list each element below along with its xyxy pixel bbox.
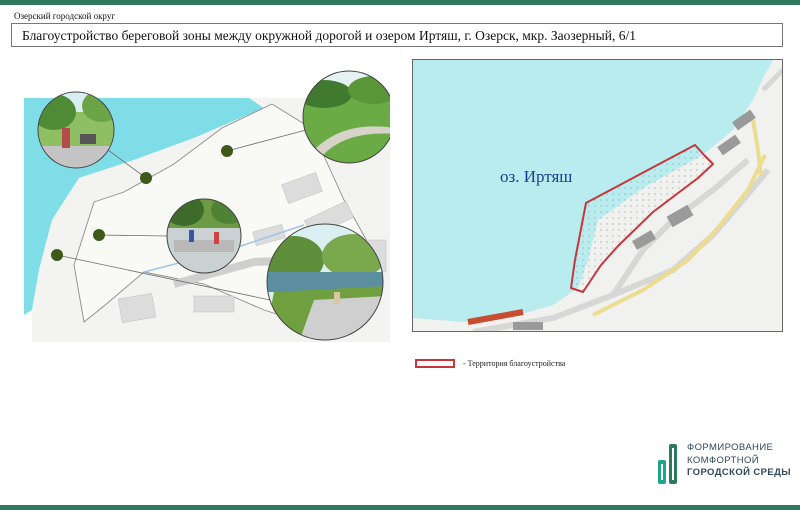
legend-swatch	[415, 359, 455, 368]
marker-3	[93, 229, 105, 241]
brand-line-1: ФОРМИРОВАНИЕ	[687, 442, 774, 453]
top-border	[0, 0, 800, 5]
title-box: Благоустройство береговой зоны между окр…	[11, 23, 783, 47]
brand-emblem-icon	[658, 444, 677, 484]
brand-logo: ФОРМИРОВАНИЕ КОМФОРТНОЙ ГОРОДСКОЙ СРЕДЫ	[656, 440, 796, 490]
location-map: оз. Иртяш	[412, 59, 783, 332]
bottom-border	[0, 505, 800, 510]
brand-text: ФОРМИРОВАНИЕ КОМФОРТНОЙ ГОРОДСКОЙ СРЕДЫ	[687, 442, 791, 480]
brand-line-3: ГОРОДСКОЙ СРЕДЫ	[687, 467, 792, 478]
org-label: Озерский городской округ	[14, 11, 116, 21]
legend-text: - Территория благоустройства	[463, 359, 566, 368]
lake-label: оз. Иртяш	[500, 167, 573, 186]
marker-1	[140, 172, 152, 184]
marker-2	[221, 145, 233, 157]
marker-4	[51, 249, 63, 261]
site-plan-drawing	[24, 70, 396, 342]
location-map-drawing	[413, 60, 782, 331]
brand-line-2: КОМФОРТНОЙ	[687, 454, 760, 466]
page-title: Благоустройство береговой зоны между окр…	[22, 28, 636, 43]
site-plan	[24, 60, 396, 342]
